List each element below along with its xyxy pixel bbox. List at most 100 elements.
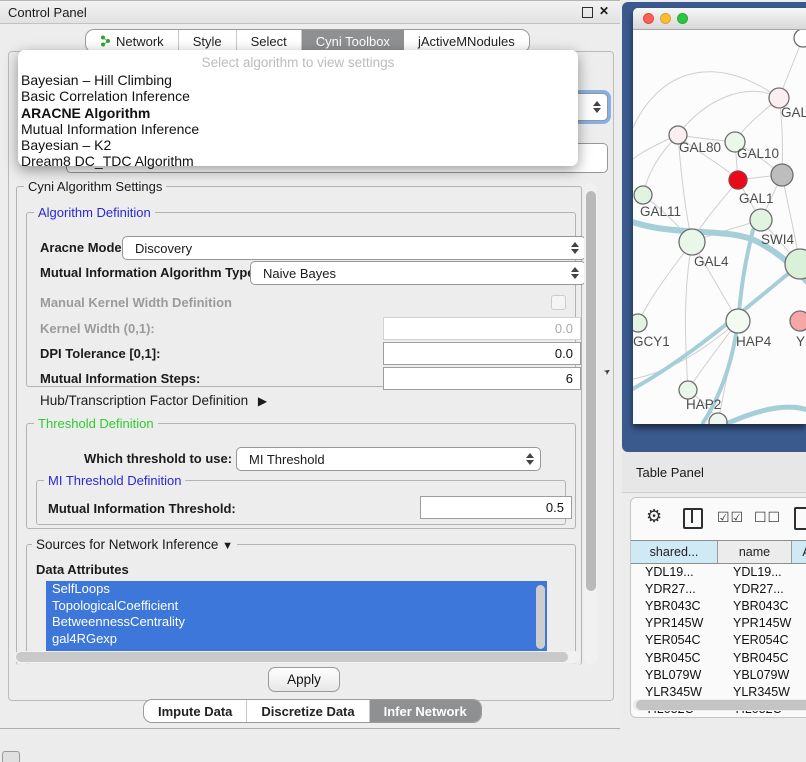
which-threshold-value: MI Threshold bbox=[249, 452, 325, 467]
collapse-arrow-icon: ▼ bbox=[222, 540, 233, 552]
control-panel-window: Control Panel ✕ Network Style Select Cyn… bbox=[0, 0, 620, 729]
split-columns-icon[interactable] bbox=[683, 508, 703, 529]
float-icon[interactable] bbox=[582, 7, 593, 18]
list-item[interactable]: gal4RGexp bbox=[46, 631, 547, 648]
screen: Control Panel ✕ Network Style Select Cyn… bbox=[0, 0, 806, 762]
gear-icon[interactable]: ⚙ bbox=[646, 506, 662, 527]
tab-impute-label: Impute Data bbox=[158, 704, 232, 719]
deselect-all-checks-icon[interactable]: ☐☐ bbox=[754, 509, 781, 526]
kernel-width-field[interactable]: 0.0 bbox=[383, 317, 581, 340]
table-hscrollbar[interactable] bbox=[633, 699, 806, 711]
network-window-titlebar[interactable] bbox=[633, 8, 806, 30]
bottom-tabstrip: Impute Data Discretize Data Infer Networ… bbox=[143, 699, 482, 723]
node-label-gal4[interactable]: GAL4 bbox=[694, 254, 729, 269]
node-label-gal1[interactable]: GAL1 bbox=[739, 191, 774, 206]
data-attributes-list[interactable]: SelfLoops TopologicalCoefficient Between… bbox=[46, 581, 547, 658]
dpi-tolerance-value: 0.0 bbox=[555, 346, 573, 361]
node-label-gcy1[interactable]: GCY1 bbox=[633, 334, 670, 349]
cell: YBL079W bbox=[731, 668, 806, 682]
cell: YLR345W bbox=[731, 685, 806, 699]
node-label-y[interactable]: Y bbox=[796, 334, 805, 349]
list-item[interactable]: SelfLoops bbox=[46, 581, 547, 598]
cell: YBR045C bbox=[631, 651, 731, 665]
tab-impute-data[interactable]: Impute Data bbox=[144, 700, 247, 722]
tab-jactivemnodules[interactable]: jActiveMNodules bbox=[404, 30, 529, 52]
manual-kernel-checkbox[interactable] bbox=[551, 295, 566, 310]
dropdown-item[interactable]: Bayesian – Hill Climbing bbox=[21, 72, 578, 88]
minimized-panel-button[interactable] bbox=[2, 751, 20, 762]
list-item[interactable]: BetweennessCentrality bbox=[46, 614, 547, 631]
cell: YBL079W bbox=[631, 668, 731, 682]
column-header-name[interactable]: name bbox=[718, 541, 792, 563]
dropdown-item[interactable]: Mutual Information Inference bbox=[21, 121, 578, 137]
select-all-checks-icon[interactable]: ☑☑ bbox=[717, 509, 744, 526]
node-label-gal[interactable]: GAL bbox=[781, 105, 806, 120]
table-toolbar: ⚙ ☑☑ ☐☐ bbox=[631, 498, 806, 539]
mi-type-value: Naive Bayes bbox=[263, 266, 336, 281]
dropdown-item[interactable]: Basic Correlation Inference bbox=[21, 88, 578, 104]
tab-infer-network[interactable]: Infer Network bbox=[370, 700, 481, 722]
zoom-traffic-button[interactable] bbox=[677, 13, 688, 24]
sources-group-label[interactable]: Sources for Network Inference ▼ bbox=[32, 537, 237, 552]
mi-type-combo[interactable]: Naive Bayes bbox=[250, 261, 586, 285]
hub-definition-expander[interactable]: Hub/Transcription Factor Definition ▶ bbox=[40, 393, 267, 408]
hub-definition-label: Hub/Transcription Factor Definition bbox=[40, 393, 248, 408]
mi-threshold-value: 0.5 bbox=[546, 500, 564, 515]
node-label-hap4[interactable]: HAP4 bbox=[736, 334, 771, 349]
settings-hscrollbar[interactable] bbox=[14, 651, 580, 663]
apply-button[interactable]: Apply bbox=[268, 667, 340, 692]
list-scrollbar[interactable] bbox=[536, 585, 545, 649]
tab-select[interactable]: Select bbox=[237, 30, 302, 52]
tab-style[interactable]: Style bbox=[179, 30, 237, 52]
table-row[interactable]: YDL19... YDL19... 13 bbox=[631, 563, 806, 580]
list-item[interactable]: TopologicalCoefficient bbox=[46, 598, 547, 615]
node-label-gal80[interactable]: GAL80 bbox=[679, 140, 721, 155]
column-header-partial[interactable]: A bbox=[792, 541, 806, 563]
aracne-mode-combo[interactable]: Discovery bbox=[122, 236, 586, 260]
cell: YER054C bbox=[731, 633, 806, 647]
table-row[interactable]: YBR043C YBR043C bbox=[631, 597, 806, 614]
mi-threshold-field[interactable]: 0.5 bbox=[420, 496, 572, 519]
which-threshold-combo[interactable]: MI Threshold bbox=[236, 447, 541, 471]
close-traffic-button[interactable] bbox=[643, 13, 654, 24]
node-label-swi4[interactable]: SWI4 bbox=[761, 232, 794, 247]
network-icon bbox=[100, 35, 111, 47]
tab-select-label: Select bbox=[251, 34, 287, 49]
data-attributes-label: Data Attributes bbox=[36, 562, 129, 577]
tab-cyni-label: Cyni Toolbox bbox=[316, 34, 390, 49]
tab-network[interactable]: Network bbox=[86, 30, 179, 52]
table-rows: YDL19... YDL19... 13 YDR27... YDR27... 1… bbox=[631, 563, 806, 700]
table-row[interactable]: YDR27... YDR27... 12 bbox=[631, 580, 806, 597]
control-panel-titlebar: Control Panel ✕ bbox=[0, 1, 620, 24]
table-row[interactable]: YER054C YER054C 8. bbox=[631, 632, 806, 649]
dropdown-item-selected[interactable]: ARACNE Algorithm bbox=[21, 105, 578, 121]
highlighted-edges bbox=[633, 220, 806, 423]
cell: YPR145W bbox=[731, 616, 806, 630]
column-header-sharedname[interactable]: shared... bbox=[631, 541, 718, 563]
cell: YDR27... bbox=[731, 582, 806, 596]
tab-discretize-data[interactable]: Discretize Data bbox=[247, 700, 369, 722]
mi-threshold-label: Mutual Information Threshold: bbox=[48, 501, 236, 516]
dropdown-placeholder: Select algorithm to view settings bbox=[18, 50, 578, 70]
network-canvas[interactable] bbox=[633, 30, 806, 424]
dropdown-item[interactable]: Bayesian – K2 bbox=[21, 137, 578, 153]
cell: YBR043C bbox=[631, 599, 731, 613]
mi-steps-field[interactable]: 6 bbox=[383, 367, 581, 390]
minimize-traffic-button[interactable] bbox=[660, 13, 671, 24]
dropdown-item[interactable]: Dream8 DC_TDC Algorithm bbox=[21, 153, 578, 169]
node-label-hap2[interactable]: HAP2 bbox=[686, 397, 721, 412]
dpi-tolerance-field[interactable]: 0.0 bbox=[383, 342, 581, 365]
tab-cyni-toolbox[interactable]: Cyni Toolbox bbox=[302, 30, 404, 52]
table-row[interactable]: YPR145W YPR145W 9. bbox=[631, 615, 806, 632]
tab-jactive-label: jActiveMNodules bbox=[418, 34, 515, 49]
table-row[interactable]: YBR045C YBR045C 9. bbox=[631, 649, 806, 666]
node-label-gal11[interactable]: GAL11 bbox=[640, 204, 681, 219]
close-icon[interactable]: ✕ bbox=[599, 4, 609, 18]
node-label-gal10[interactable]: GAL10 bbox=[737, 146, 779, 161]
settings-vscrollbar[interactable] bbox=[584, 183, 597, 665]
table-row[interactable]: YLR345W YLR345W 9. bbox=[631, 683, 806, 700]
table-row[interactable]: YBL079W YBL079W bbox=[631, 666, 806, 683]
cell: YBR045C bbox=[731, 651, 806, 665]
export-table-icon[interactable] bbox=[794, 507, 806, 530]
stepper-arrows bbox=[571, 262, 579, 284]
